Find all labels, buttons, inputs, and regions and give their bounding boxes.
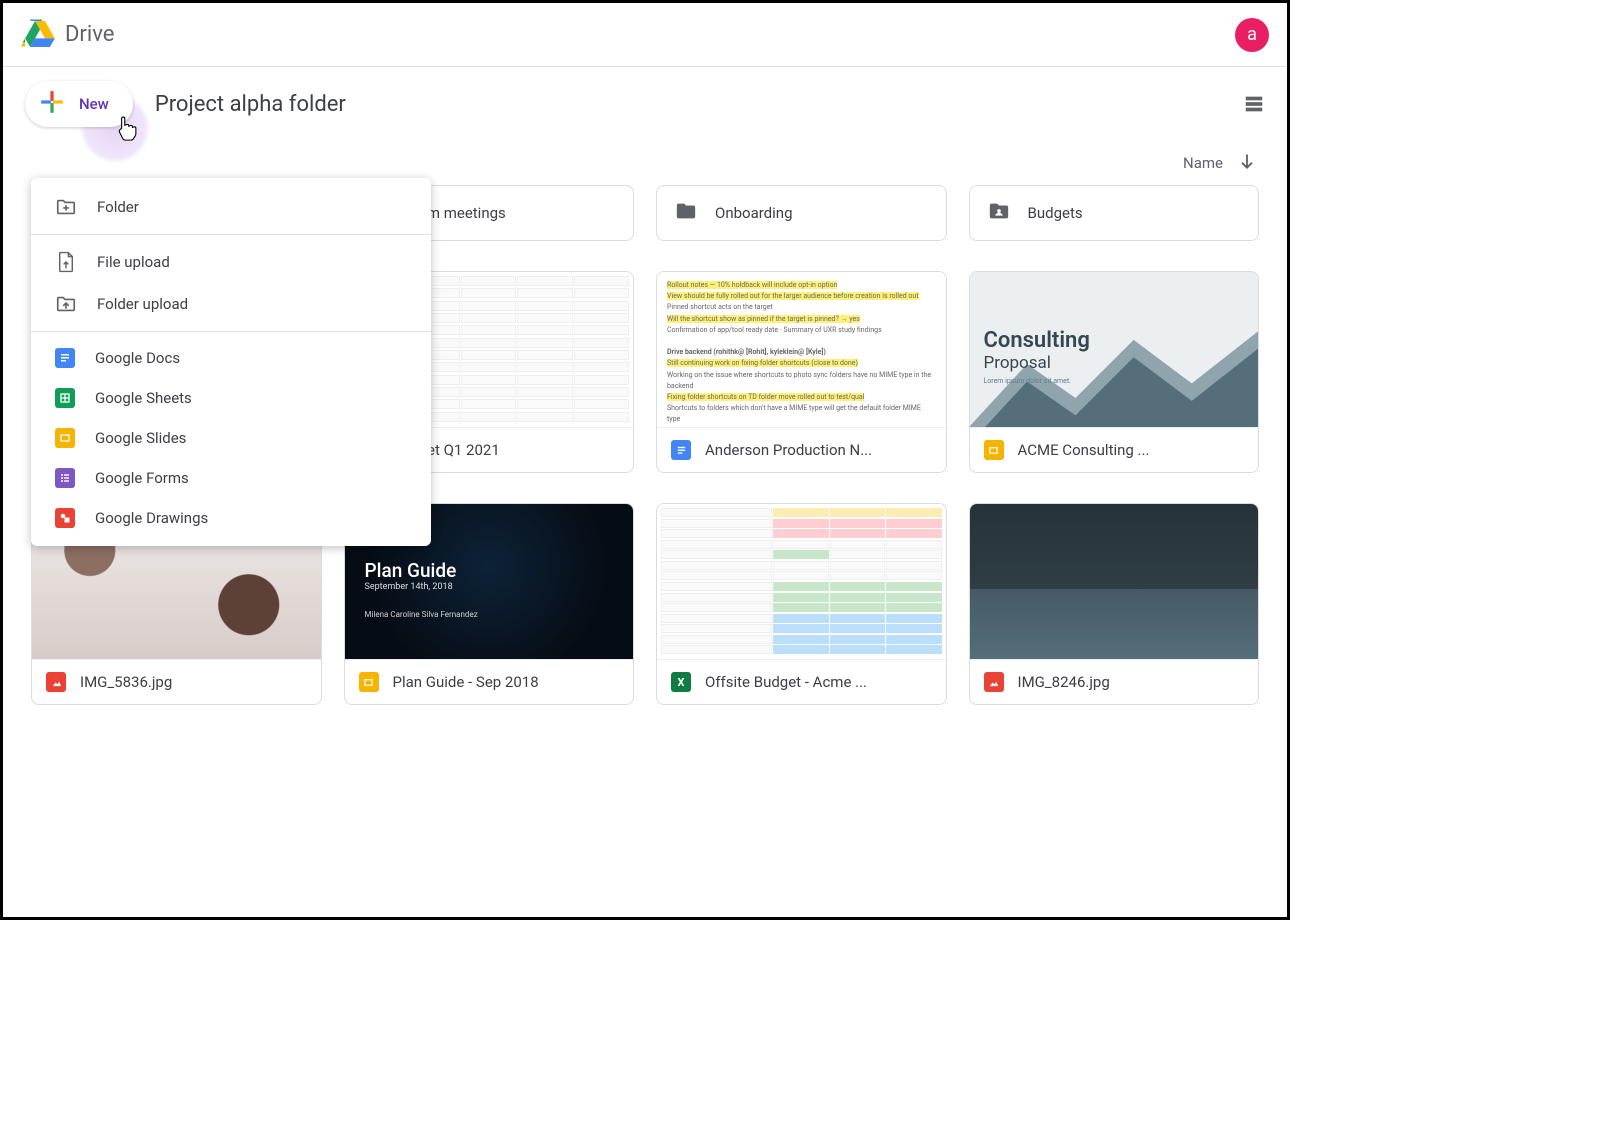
new-button[interactable]: New (25, 81, 133, 127)
file-card[interactable]: Consulting Proposal Lorem ipsum dolor si… (969, 271, 1260, 473)
plus-icon (39, 89, 65, 119)
app-name: Drive (65, 22, 114, 47)
file-name: IMG_5836.jpg (80, 673, 172, 691)
menu-item-google-sheets[interactable]: Google Sheets (31, 378, 431, 418)
file-card[interactable]: IMG_8246.jpg (969, 503, 1260, 705)
file-name: IMG_8246.jpg (1018, 673, 1110, 691)
menu-separator (31, 234, 431, 235)
file-name: Plan Guide - Sep 2018 (393, 673, 539, 691)
file-name: ACME Consulting ... (1018, 441, 1150, 459)
menu-item-folder[interactable]: Folder (31, 186, 431, 228)
app-header: Drive a (3, 3, 1287, 67)
brand[interactable]: Drive (21, 19, 114, 51)
new-dropdown-menu: Folder File upload Folder upload Google … (31, 178, 431, 546)
forms-icon (55, 468, 75, 488)
file-card[interactable]: Rollout notes — 10% holdback will includ… (656, 271, 947, 473)
menu-separator (31, 331, 431, 332)
file-upload-icon (55, 251, 77, 273)
folder-name: Budgets (1028, 204, 1083, 222)
sort-direction-button[interactable] (1237, 151, 1257, 175)
file-thumbnail: Rollout notes — 10% holdback will includ… (657, 272, 946, 427)
file-name: Anderson Production N... (705, 441, 872, 459)
docs-icon (55, 348, 75, 368)
folder-upload-icon (55, 293, 77, 315)
list-view-button[interactable] (1243, 93, 1265, 115)
slides-icon (359, 672, 379, 692)
menu-item-google-slides[interactable]: Google Slides (31, 418, 431, 458)
page-title: Project alpha folder (155, 92, 346, 117)
file-name: Offsite Budget - Acme ... (705, 673, 867, 691)
folder-name: Onboarding (715, 204, 793, 222)
drive-logo-icon (21, 19, 55, 51)
new-folder-icon (55, 196, 77, 218)
slides-icon (55, 428, 75, 448)
docs-icon (671, 440, 691, 460)
file-thumbnail (657, 504, 946, 659)
slides-icon (984, 440, 1004, 460)
file-card[interactable]: X Offsite Budget - Acme ... (656, 503, 947, 705)
menu-item-google-drawings[interactable]: Google Drawings (31, 498, 431, 538)
image-icon (984, 672, 1004, 692)
folder-icon (675, 200, 697, 226)
account-avatar[interactable]: a (1235, 18, 1269, 52)
sort-label[interactable]: Name (1183, 154, 1223, 172)
menu-item-file-upload[interactable]: File upload (31, 241, 431, 283)
file-thumbnail (970, 504, 1259, 659)
menu-item-google-forms[interactable]: Google Forms (31, 458, 431, 498)
folder-card[interactable]: Onboarding (656, 185, 947, 241)
file-thumbnail: Consulting Proposal Lorem ipsum dolor si… (970, 272, 1259, 427)
folder-card[interactable]: Budgets (969, 185, 1260, 241)
sheets-icon (55, 388, 75, 408)
image-icon (46, 672, 66, 692)
toolbar: New Project alpha folder (3, 67, 1287, 139)
new-button-label: New (79, 95, 109, 113)
drawings-icon (55, 508, 75, 528)
shared-folder-icon (988, 200, 1010, 226)
excel-icon: X (671, 672, 691, 692)
menu-item-google-docs[interactable]: Google Docs (31, 338, 431, 378)
menu-item-folder-upload[interactable]: Folder upload (31, 283, 431, 325)
